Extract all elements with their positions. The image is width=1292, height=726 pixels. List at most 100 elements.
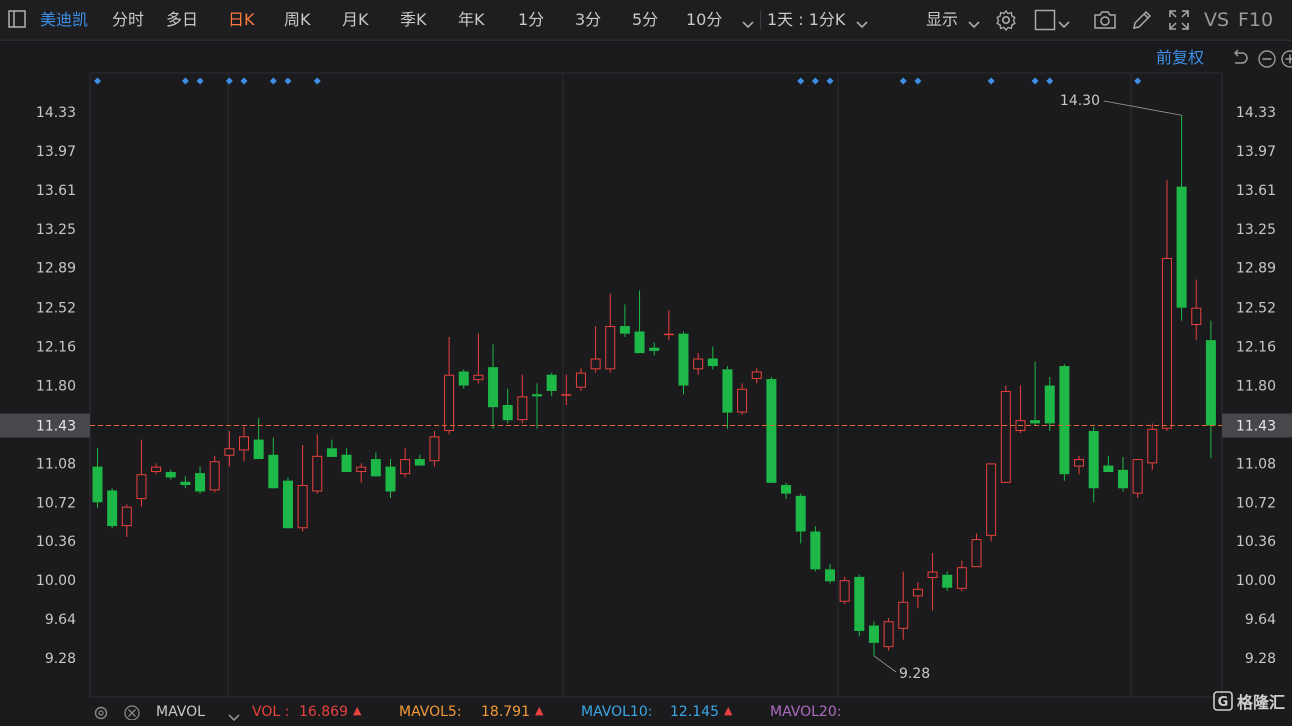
y-tick-label-left: 12.89	[36, 261, 76, 277]
candle-body	[370, 459, 381, 477]
candle	[722, 366, 733, 429]
candle-body	[795, 495, 806, 532]
sidebar-toggle-icon[interactable]	[8, 10, 26, 28]
zoom-out-icon[interactable]	[1257, 49, 1277, 73]
close-icon[interactable]	[123, 704, 141, 724]
tab-yearly-k[interactable]: 年K	[458, 0, 485, 40]
candle-body	[209, 461, 220, 491]
event-marker-icon	[94, 77, 101, 85]
candlestick-chart[interactable]: 14.33 13.97 13.61 13.25 12.89 12.52 12.16 11.80…	[0, 0, 1292, 719]
tab-5min[interactable]: 5分	[632, 0, 658, 40]
event-marker-icon	[826, 77, 834, 85]
event-marker-icon	[811, 77, 819, 85]
candle	[195, 466, 206, 494]
display-menu[interactable]: 显示	[926, 0, 958, 40]
candle	[1059, 363, 1070, 481]
candle-body	[781, 485, 792, 494]
event-marker-icon	[914, 77, 922, 85]
candle	[1147, 423, 1158, 470]
candle	[253, 417, 264, 460]
tab-multi-day[interactable]: 多日	[166, 0, 198, 40]
vs-compare-button[interactable]: VS	[1204, 0, 1229, 40]
candle-body	[326, 448, 337, 457]
chevron-down-icon[interactable]	[1058, 15, 1070, 34]
plot-frame	[89, 72, 1223, 698]
tab-3min[interactable]: 3分	[575, 0, 601, 40]
settings-icon[interactable]	[92, 704, 110, 724]
candle	[971, 533, 982, 568]
candle-body	[92, 466, 103, 503]
current-price-box-right	[1222, 413, 1292, 438]
y-tick-label-left: 12.52	[36, 301, 76, 317]
tab-monthly-k[interactable]: 月K	[342, 0, 369, 40]
candle-body	[297, 485, 308, 529]
candle-body	[986, 463, 997, 536]
candle	[575, 368, 586, 391]
y-tick-label-right: 12.89	[1236, 261, 1276, 277]
candle	[502, 388, 513, 424]
event-marker-icon	[181, 77, 189, 85]
pencil-icon[interactable]	[1131, 9, 1153, 35]
adjust-mode-label[interactable]: 前复权	[1156, 43, 1204, 73]
tab-10min[interactable]: 10分	[686, 0, 722, 40]
y-tick-label-right: 13.25	[1236, 222, 1276, 238]
candle-body	[400, 459, 411, 475]
event-marker-icon	[284, 77, 292, 85]
chevron-down-icon[interactable]	[228, 710, 240, 726]
chevron-down-icon[interactable]	[856, 15, 868, 34]
volume-indicator-bar: MAVOL VOL : 16.869 ▲ MAVOL5: 18.791 ▲ MA…	[0, 697, 1292, 722]
undo-icon[interactable]	[1230, 49, 1250, 73]
mavol20-label: MAVOL20:	[770, 704, 842, 720]
candle	[839, 576, 850, 604]
fullscreen-icon[interactable]	[1168, 9, 1190, 35]
svg-text:G: G	[1218, 695, 1229, 710]
candle-body	[136, 474, 147, 500]
candle-body	[151, 466, 162, 473]
candle-body	[605, 326, 616, 370]
candle	[693, 353, 704, 375]
f10-button[interactable]: F10	[1238, 0, 1273, 40]
candle	[781, 482, 792, 500]
candle-body	[766, 379, 777, 483]
candle-body	[942, 574, 953, 588]
candle	[1074, 455, 1085, 475]
interval-selector[interactable]: 1天 : 1分K	[767, 0, 845, 40]
event-marker-icon	[1046, 77, 1054, 85]
zoom-in-icon[interactable]	[1280, 49, 1292, 73]
event-marker-icon	[899, 77, 907, 85]
y-tick-label-left: 11.80	[36, 379, 76, 395]
candle	[825, 563, 835, 584]
y-tick-label-right: 12.16	[1236, 340, 1276, 356]
checkbox-icon[interactable]	[1034, 9, 1056, 35]
candle-body	[693, 358, 704, 370]
candle-body	[1176, 186, 1187, 308]
tab-intraday[interactable]: 分时	[112, 0, 144, 40]
y-tick-label-right: 10.72	[1236, 495, 1276, 511]
tab-daily-k[interactable]: 日K	[228, 0, 255, 40]
candle	[488, 344, 499, 429]
candles	[92, 115, 1216, 656]
candle	[649, 342, 660, 356]
candle-body	[458, 371, 469, 386]
y-tick-label-left: 11.08	[36, 456, 76, 472]
candle-body	[1059, 366, 1070, 475]
gear-icon[interactable]	[995, 9, 1017, 35]
tab-1min[interactable]: 1分	[518, 0, 544, 40]
current-price-label-right: 11.43	[1236, 419, 1276, 435]
y-tick-label-left: 13.61	[36, 183, 76, 199]
camera-icon[interactable]	[1093, 9, 1117, 35]
candle	[751, 368, 762, 384]
toolbar-divider	[760, 10, 761, 30]
chevron-down-icon[interactable]	[742, 15, 754, 34]
chevron-down-icon[interactable]	[968, 15, 980, 34]
candle	[956, 560, 967, 591]
tab-quarterly-k[interactable]: 季K	[400, 0, 427, 40]
tab-weekly-k[interactable]: 周K	[284, 0, 311, 40]
candle	[239, 426, 249, 462]
candle	[224, 430, 235, 467]
stock-name[interactable]: 美迪凯	[40, 0, 88, 40]
candle-body	[224, 448, 235, 456]
indicator-name[interactable]: MAVOL	[156, 704, 205, 720]
candle	[1176, 115, 1187, 321]
candle-body	[1030, 420, 1041, 424]
